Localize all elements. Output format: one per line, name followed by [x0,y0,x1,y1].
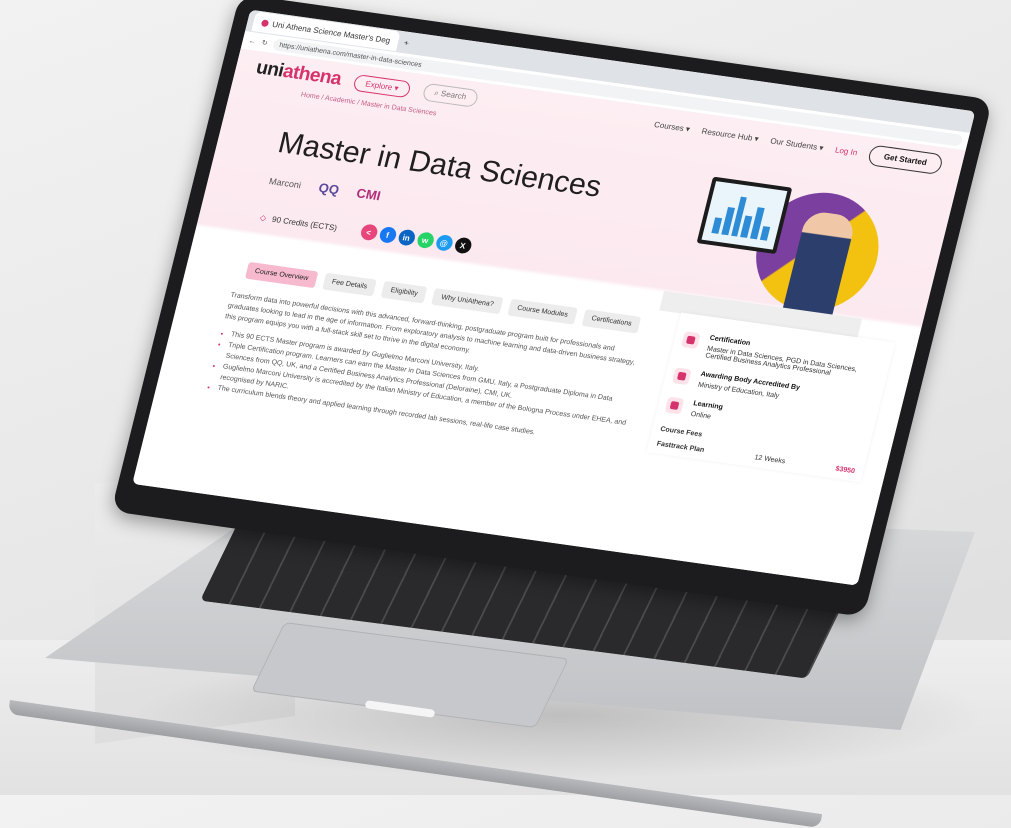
search-label: Search [439,89,468,102]
site-logo[interactable]: uniathena [254,57,344,90]
new-tab-icon[interactable]: + [403,38,410,47]
email-icon[interactable]: @ [434,233,454,252]
whatsapp-icon[interactable]: w [415,231,436,250]
hero-illustration [659,164,903,340]
tab-certifications[interactable]: Certifications [581,309,642,334]
nav-our-students[interactable]: Our Students ▾ [770,136,825,152]
x-icon[interactable]: X [452,236,473,255]
tab-course-modules[interactable]: Course Modules [507,298,578,325]
linkedin-icon[interactable]: in [396,228,417,247]
nav-resource-hub[interactable]: Resource Hub ▾ [701,126,760,143]
plan-duration: 12 Weeks [753,454,786,466]
nav-courses[interactable]: Courses ▾ [653,120,691,134]
learning-head: Learning [692,400,724,412]
tab-course-overview[interactable]: Course Overview [244,261,319,289]
favicon-icon [260,18,270,27]
course-info-card: Certification Master in Data Sciences, PG… [646,312,896,483]
tab-eligibility[interactable]: Eligibility [380,280,428,304]
laptop-icon [664,396,685,415]
award-icon [671,367,692,386]
qq-logo: QQ [317,180,341,198]
search-button[interactable]: ⌕ Search [421,82,480,108]
facebook-icon[interactable]: f [377,225,398,244]
cmi-logo: CMI [354,185,383,204]
plan-label: Fasttrack Plan [655,440,705,454]
login-link[interactable]: Log In [834,145,858,157]
logo-accent: athena [280,61,344,90]
tab-why-uniathena[interactable]: Why UniAthena? [431,288,504,315]
share-buttons: < f in w @ X [358,223,473,255]
plan-price: $3950 [834,465,856,476]
marconi-logo: Marconi [268,175,303,190]
learning-text: Online [689,410,712,421]
credits-row: ◇ 90 Credits (ECTS) < f in w @ X [258,209,473,255]
certificate-icon [680,331,701,350]
diamond-icon: ◇ [259,212,268,223]
illustration-monitor [696,176,793,255]
credits-text: 90 Credits (ECTS) [271,214,339,233]
tab-fee-details[interactable]: Fee Details [321,272,377,297]
explore-button[interactable]: Explore ▾ [352,73,412,98]
accreditation-logos: Marconi QQ CMI [268,173,383,204]
laptop-screen-frame: Uni Athena Science Master's Deg + ← ↻ ht… [111,0,993,617]
reload-icon[interactable]: ↻ [261,39,269,48]
laptop-screen: Uni Athena Science Master's Deg + ← ↻ ht… [132,9,976,586]
share-icon[interactable]: < [358,223,379,242]
back-icon[interactable]: ← [248,37,257,45]
get-started-button[interactable]: Get Started [866,143,945,175]
